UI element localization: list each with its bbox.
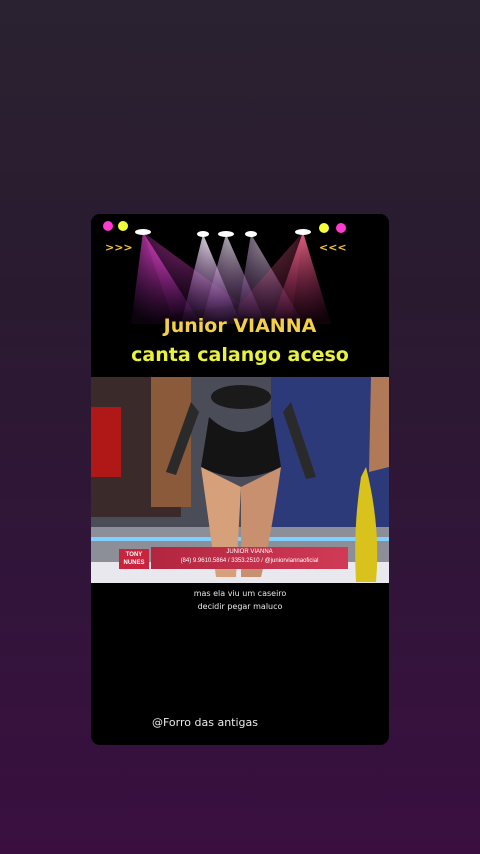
subtitle-line-1: mas ela viu um caseiro — [193, 589, 287, 598]
stage-lights-header: >>> <<< Junior VIANNA canta calango aces… — [91, 214, 389, 377]
lower-third-contact: (84) 9.9610.5864 / 3353.2510 / @juniorvi… — [180, 558, 319, 564]
story-card[interactable]: >>> <<< Junior VIANNA canta calango aces… — [91, 214, 389, 745]
lower-third-banner: JUNIOR VIANNA (84) 9.9610.5864 / 3353.25… — [151, 547, 348, 569]
subtitle-line-2: decidir pegar maluco — [197, 602, 283, 611]
svg-text:<<<: <<< — [319, 241, 347, 254]
svg-text:>>>: >>> — [105, 241, 133, 254]
title-line-1: Junior VIANNA — [163, 315, 317, 337]
title-line-2: canta calango aceso — [131, 344, 349, 366]
watermark-handle: @Forro das antigas — [152, 716, 258, 729]
lower-third-name: JUNIOR VIANNA — [226, 549, 273, 555]
video-frame[interactable]: TONY NUNES JUNIOR VIANNA (84) 9.9610.586… — [91, 377, 389, 583]
tv-channel-logo: TONY NUNES — [119, 549, 149, 569]
